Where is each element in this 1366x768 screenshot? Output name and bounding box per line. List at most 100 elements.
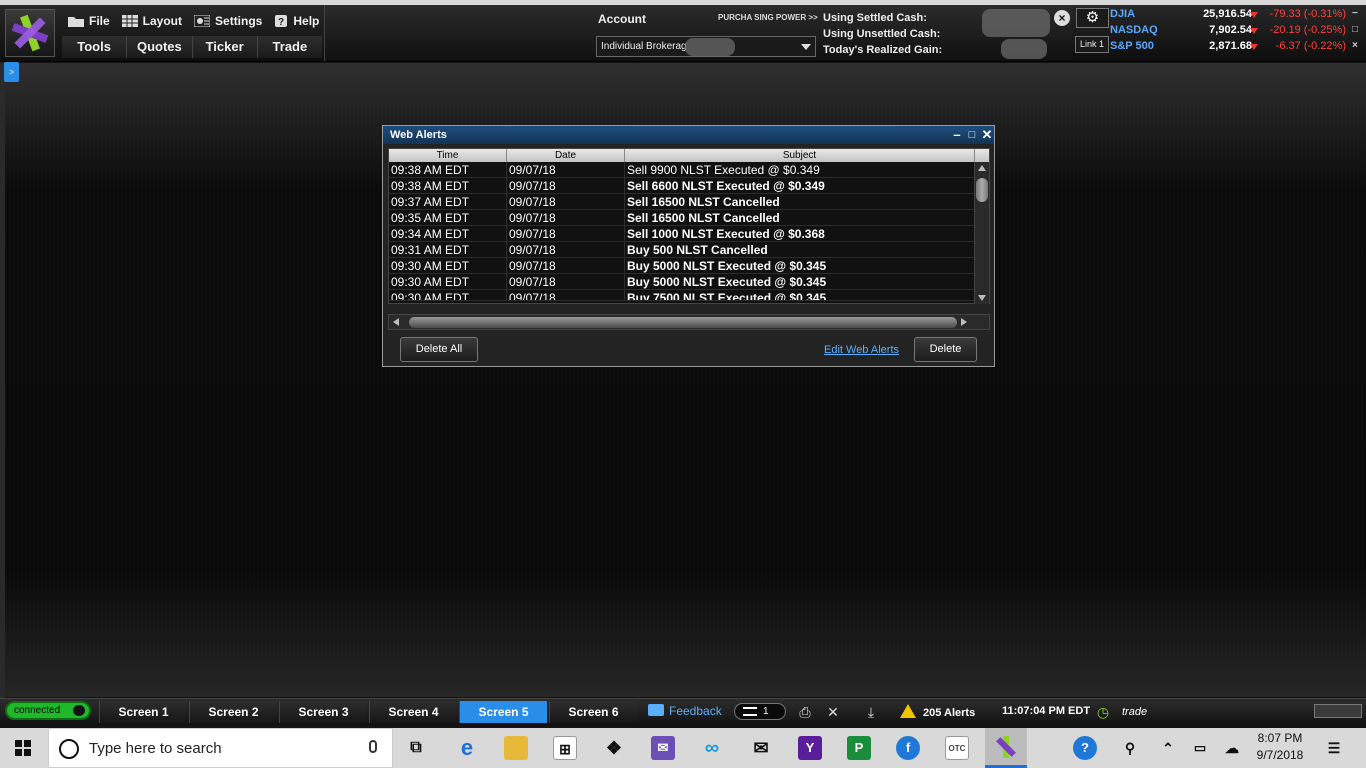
- column-header-subject[interactable]: Subject: [625, 149, 975, 162]
- index-value: 2,871.68: [1209, 40, 1252, 52]
- menu-file[interactable]: File: [62, 9, 116, 33]
- search-input[interactable]: Type here to search: [48, 728, 393, 768]
- store-icon[interactable]: ⊞: [553, 736, 577, 760]
- notifications-icon[interactable]: ☰: [1322, 736, 1346, 760]
- clock-icon[interactable]: ◷: [1094, 704, 1112, 720]
- alerts-table: Time Date Subject 09:38 AM EDT 09/07/18 …: [388, 148, 990, 304]
- cell-date: 09/07/18: [507, 226, 625, 241]
- edit-web-alerts-link[interactable]: Edit Web Alerts: [824, 344, 899, 356]
- download-icon[interactable]: ⤓: [862, 704, 880, 720]
- infinity-app-icon[interactable]: ∞: [700, 736, 724, 760]
- battery-icon[interactable]: ▭: [1188, 736, 1212, 760]
- alerts-count-label: 205 Alerts: [923, 707, 976, 719]
- tab-screen-3[interactable]: Screen 3: [279, 701, 367, 723]
- menu-help[interactable]: ? Help: [268, 9, 325, 33]
- scroll-up-icon[interactable]: [978, 165, 986, 171]
- table-row[interactable]: 09:34 AM EDT 09/07/18 Sell 1000 NLST Exe…: [389, 226, 989, 242]
- table-row[interactable]: 09:38 AM EDT 09/07/18 Sell 9900 NLST Exe…: [389, 162, 989, 178]
- delete-button[interactable]: Delete: [914, 337, 977, 362]
- etrade-logo[interactable]: [5, 9, 55, 57]
- scroll-left-icon[interactable]: [393, 318, 399, 326]
- chevron-up-icon[interactable]: ⌃: [1156, 736, 1180, 760]
- file-explorer-icon[interactable]: [504, 736, 528, 760]
- gear-icon[interactable]: ⚙: [1076, 8, 1109, 28]
- dropbox-icon[interactable]: ❖: [602, 736, 626, 760]
- window-title-bar[interactable]: Web Alerts – □ ✕: [383, 126, 994, 144]
- notification-pill[interactable]: 1: [734, 703, 786, 720]
- menu-ticker[interactable]: Ticker: [191, 36, 257, 58]
- index-row-nasdaq[interactable]: NASDAQ 7,902.54 -20.19 (-0.25%) □: [1110, 24, 1366, 40]
- vertical-scrollbar[interactable]: [974, 162, 989, 304]
- maximize-icon[interactable]: □: [965, 126, 979, 144]
- mail-icon[interactable]: ✉: [749, 736, 773, 760]
- minimize-icon[interactable]: −: [1352, 9, 1360, 19]
- tab-screen-1[interactable]: Screen 1: [99, 701, 187, 723]
- yahoo-icon[interactable]: Y: [798, 736, 822, 760]
- down-arrow-icon: [1250, 12, 1258, 18]
- edge-browser-icon[interactable]: e: [455, 736, 479, 760]
- scroll-down-icon[interactable]: [978, 295, 986, 301]
- index-row-sp500[interactable]: S&P 500 2,871.68 -6.37 (-0.22%) ×: [1110, 40, 1366, 56]
- link-button[interactable]: Link 1: [1075, 36, 1109, 53]
- horizontal-scrollbar[interactable]: [388, 314, 990, 330]
- delete-all-button[interactable]: Delete All: [400, 337, 478, 362]
- resize-grip[interactable]: [1314, 704, 1362, 718]
- etrade-app-icon[interactable]: [985, 728, 1027, 768]
- people-icon[interactable]: ⚲: [1118, 736, 1142, 760]
- alerts-indicator[interactable]: 205 Alerts: [900, 704, 975, 719]
- close-icon[interactable]: ×: [1054, 10, 1070, 26]
- menu-trade[interactable]: Trade: [256, 36, 322, 58]
- connection-wave-icon: [73, 705, 85, 716]
- cell-date: 09/07/18: [507, 194, 625, 209]
- table-row[interactable]: 09:35 AM EDT 09/07/18 Sell 16500 NLST Ca…: [389, 210, 989, 226]
- feedback-link[interactable]: Feedback: [648, 704, 722, 718]
- table-row[interactable]: 09:31 AM EDT 09/07/18 Buy 500 NLST Cance…: [389, 242, 989, 258]
- cloud-icon[interactable]: ☁: [1220, 736, 1244, 760]
- menu-tools[interactable]: Tools: [62, 36, 127, 58]
- scroll-thumb[interactable]: [409, 317, 957, 328]
- cell-subject: Sell 9900 NLST Executed @ $0.349: [627, 163, 820, 177]
- table-row[interactable]: 09:38 AM EDT 09/07/18 Sell 6600 NLST Exe…: [389, 178, 989, 194]
- index-row-djia[interactable]: DJIA 25,916.54 -79.33 (-0.31%) −: [1110, 8, 1366, 24]
- table-row[interactable]: 09:30 AM EDT 09/07/18 Buy 5000 NLST Exec…: [389, 274, 989, 290]
- start-button[interactable]: [0, 728, 48, 768]
- p-app-icon[interactable]: P: [847, 736, 871, 760]
- menu-layout[interactable]: Layout: [116, 9, 188, 33]
- cell-time: 09:38 AM EDT: [389, 162, 507, 177]
- help-icon[interactable]: ?: [1073, 736, 1097, 760]
- cell-date: 09/07/18: [507, 290, 625, 300]
- side-panel-toggle[interactable]: >: [4, 62, 19, 82]
- etrade-star-icon: [11, 14, 49, 52]
- column-header-time[interactable]: Time: [389, 149, 507, 162]
- scroll-right-icon[interactable]: [961, 318, 967, 326]
- task-view-icon[interactable]: ⧉: [404, 736, 428, 760]
- maximize-icon[interactable]: □: [1352, 25, 1360, 35]
- menu-quotes[interactable]: Quotes: [126, 36, 192, 58]
- scroll-thumb[interactable]: [976, 178, 988, 202]
- speech-bubble-icon: [648, 704, 664, 716]
- otc-app-icon[interactable]: OTC: [945, 736, 969, 760]
- tray-date[interactable]: 9/7/2018: [1255, 748, 1305, 762]
- column-header-date[interactable]: Date: [507, 149, 625, 162]
- minimize-icon[interactable]: –: [950, 126, 964, 144]
- buying-power-link[interactable]: PURCHA SING POWER >>: [718, 13, 818, 22]
- microphone-icon[interactable]: [369, 740, 377, 753]
- tab-screen-4[interactable]: Screen 4: [369, 701, 457, 723]
- tray-time[interactable]: 8:07 PM: [1255, 731, 1305, 745]
- printer-icon[interactable]: ⎙: [796, 704, 814, 720]
- cell-date: 09/07/18: [507, 242, 625, 257]
- trade-label[interactable]: trade: [1122, 706, 1147, 718]
- tab-screen-2[interactable]: Screen 2: [189, 701, 277, 723]
- close-icon[interactable]: ×: [1352, 41, 1360, 51]
- mail-app-icon[interactable]: ✉: [651, 736, 675, 760]
- table-row[interactable]: 09:37 AM EDT 09/07/18 Sell 16500 NLST Ca…: [389, 194, 989, 210]
- table-row[interactable]: 09:30 AM EDT 09/07/18 Buy 7500 NLST Exec…: [389, 290, 989, 301]
- table-row[interactable]: 09:30 AM EDT 09/07/18 Buy 5000 NLST Exec…: [389, 258, 989, 274]
- menu-settings[interactable]: Settings: [188, 9, 268, 33]
- f-app-icon[interactable]: f: [896, 736, 920, 760]
- tab-screen-6[interactable]: Screen 6: [549, 701, 637, 723]
- index-name: DJIA: [1110, 8, 1136, 20]
- tab-screen-5[interactable]: Screen 5: [459, 701, 547, 723]
- tools-icon[interactable]: ✕: [824, 704, 842, 720]
- close-icon[interactable]: ✕: [980, 126, 994, 144]
